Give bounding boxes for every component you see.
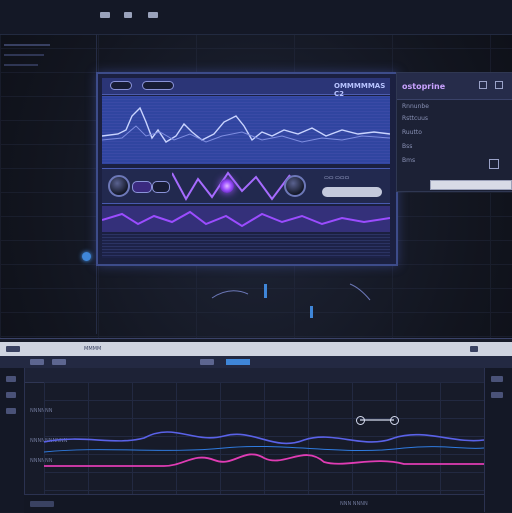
- tool-button[interactable]: [491, 392, 503, 398]
- restore-icon[interactable]: [495, 81, 503, 89]
- right-panel-progress[interactable]: [430, 180, 512, 190]
- automation-lane[interactable]: [43, 382, 485, 494]
- automation-node[interactable]: [356, 416, 365, 425]
- waveform-display: [101, 96, 391, 164]
- transport-button[interactable]: [52, 359, 66, 365]
- tempo-indicator[interactable]: [226, 359, 250, 365]
- automation-node[interactable]: [390, 416, 399, 425]
- gain-knob[interactable]: [284, 175, 306, 197]
- daw-status-label: NNN NNNN: [340, 501, 368, 507]
- waveform-line: [101, 106, 391, 143]
- lower-waveform: [101, 206, 391, 232]
- tool-button[interactable]: [491, 376, 503, 382]
- top-toolbar-strip: [0, 0, 512, 35]
- floating-marker: [264, 284, 267, 298]
- daw-left-tools: [0, 368, 25, 512]
- right-panel-line: Rsttcuus: [402, 115, 429, 122]
- automation-curve-blue: [43, 431, 485, 445]
- panel-close-icon[interactable]: [489, 159, 499, 169]
- right-panel-title: ostoprine: [402, 82, 446, 91]
- left-panel-line: [4, 44, 50, 46]
- transport-button[interactable]: [200, 359, 214, 365]
- daw-ruler: [0, 368, 512, 383]
- right-panel-line: Ruutto: [402, 129, 422, 136]
- tool-button[interactable]: [6, 408, 16, 414]
- floating-marks: [211, 283, 371, 318]
- minus-icon[interactable]: [479, 81, 487, 89]
- track-headers: [24, 382, 45, 512]
- daw-menu-icon[interactable]: [6, 346, 20, 352]
- status-dot-icon: [82, 252, 91, 261]
- plugin-window: OMMMMMAS C2 ▭▭ ▭▭▭: [96, 72, 398, 266]
- status-button[interactable]: [30, 501, 54, 507]
- preset-button[interactable]: [110, 81, 132, 90]
- daw-status-bar: NNN NNNN: [24, 494, 484, 513]
- daw-toolbar-label: MMMM: [84, 346, 102, 352]
- waveform-graph: [101, 106, 391, 143]
- toolbar-button[interactable]: [124, 12, 132, 18]
- left-panel-line: [4, 64, 38, 66]
- automation-curve-pink: [44, 453, 484, 467]
- daw-right-tools: [484, 368, 512, 512]
- right-panel-line: Bms: [402, 157, 416, 164]
- tool-button[interactable]: [6, 376, 16, 382]
- transport-button[interactable]: [30, 359, 44, 365]
- purple-orb-icon[interactable]: [220, 179, 234, 193]
- right-panel-line: Bss: [402, 143, 413, 150]
- toolbar-button[interactable]: [100, 12, 110, 18]
- tool-button[interactable]: [6, 392, 16, 398]
- right-panel-header: ostoprine: [397, 73, 512, 100]
- daw-settings-icon[interactable]: [470, 346, 478, 352]
- floating-curve: [211, 290, 249, 299]
- preset-selector[interactable]: [142, 81, 174, 90]
- daw-toolbar: MMMM: [0, 342, 512, 356]
- toolbar-button[interactable]: [148, 12, 158, 18]
- automation-curve-azure: [43, 445, 485, 453]
- right-panel-line: Rnnunbe: [402, 103, 429, 110]
- floating-curve: [349, 283, 371, 301]
- left-panel: [0, 34, 97, 334]
- toggle-switch[interactable]: [132, 181, 152, 193]
- controls-label: ▭▭ ▭▭▭: [324, 175, 350, 181]
- automation-graph: [43, 419, 485, 467]
- right-panel: ostoprine Rnnunbe Rsttcuus Ruutto Bss Bm…: [396, 72, 512, 192]
- lower-waveform-graph: [101, 206, 391, 232]
- plugin-footer: [102, 234, 390, 258]
- plugin-controls: ▭▭ ▭▭▭: [102, 168, 390, 204]
- left-panel-line: [4, 54, 44, 56]
- floating-marker: [310, 306, 313, 318]
- mode-button[interactable]: [152, 181, 170, 193]
- parameter-slider[interactable]: [322, 187, 382, 197]
- volume-knob[interactable]: [108, 175, 130, 197]
